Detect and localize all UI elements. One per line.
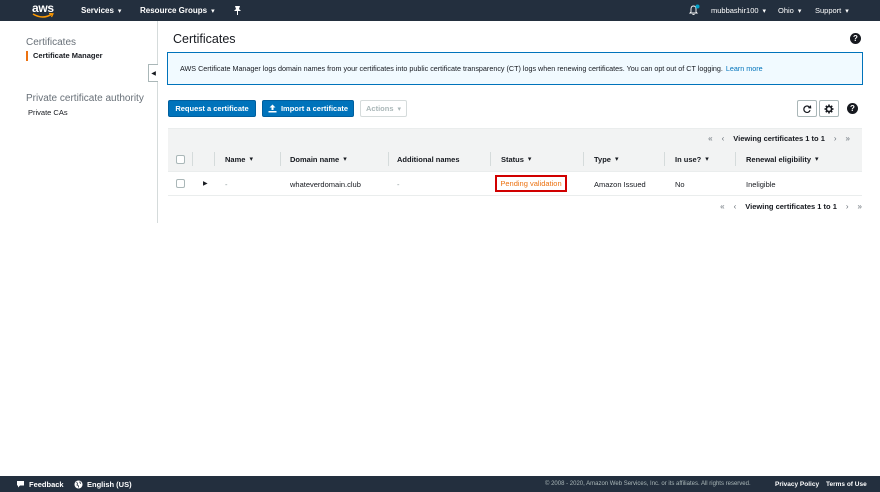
chevron-down-icon: ▾: [211, 7, 215, 15]
chevron-down-icon: ▾: [397, 105, 402, 113]
sort-down-icon: ▾: [249, 156, 253, 163]
gear-icon: [824, 104, 834, 113]
pagination-top: « ‹ Viewing certificates 1 to 1 › »: [708, 131, 850, 145]
cell-additional-names: -: [397, 179, 400, 189]
region-name: Ohio: [778, 6, 794, 15]
import-certificate-button[interactable]: Import a certificate: [262, 100, 354, 117]
ct-logging-info-banner: AWS Certificate Manager logs domain name…: [167, 52, 863, 85]
column-header-status[interactable]: Status ▾: [501, 146, 531, 172]
sidebar-item-certificate-manager[interactable]: Certificate Manager: [26, 51, 103, 61]
table-help-icon[interactable]: ?: [847, 103, 858, 114]
account-menu[interactable]: mubbashir100 ▾: [711, 0, 766, 21]
top-navigation-bar: aws Services ▾ Resource Groups ▾ mubbash…: [0, 0, 880, 21]
copyright-text: © 2008 - 2020, Amazon Web Services, Inc.…: [545, 481, 751, 487]
column-header-renewal-eligibility[interactable]: Renewal eligibility ▾: [746, 146, 819, 172]
services-menu[interactable]: Services ▾: [81, 0, 121, 21]
sort-down-icon: ▾: [343, 156, 347, 163]
account-name: mubbashir100: [711, 6, 759, 15]
last-page-icon[interactable]: »: [858, 202, 862, 211]
globe-icon: [74, 480, 83, 488]
info-banner-text: AWS Certificate Manager logs domain name…: [180, 64, 723, 73]
sort-down-icon: ▾: [705, 156, 709, 163]
expand-row-icon[interactable]: ▶: [203, 180, 208, 187]
next-page-icon[interactable]: ›: [846, 202, 849, 211]
footer-bar: Feedback English (US) © 2008 - 2020, Ama…: [0, 476, 880, 492]
chevron-down-icon: ▾: [762, 7, 767, 15]
speech-bubble-icon: [17, 481, 24, 488]
upload-icon: [268, 104, 277, 113]
settings-button[interactable]: [819, 100, 839, 117]
prev-page-icon[interactable]: ‹: [722, 134, 725, 143]
row-select-checkbox[interactable]: [176, 179, 185, 188]
actions-label: Actions: [365, 104, 394, 113]
table-header-row: Name ▾ Domain name ▾ Additional names Stat…: [168, 146, 862, 172]
cell-renewal-eligibility: Ineligible: [746, 179, 776, 189]
support-label: Support: [815, 6, 842, 15]
page-title: Certificates: [173, 32, 236, 46]
language-selector[interactable]: English (US): [74, 476, 132, 492]
language-label: English (US): [87, 479, 132, 489]
refresh-icon: [803, 105, 812, 113]
privacy-policy-link[interactable]: Privacy Policy: [775, 476, 819, 492]
resource-groups-menu[interactable]: Resource Groups ▾: [140, 0, 215, 21]
bell-icon[interactable]: [688, 4, 700, 16]
cell-name: -: [225, 179, 228, 189]
chevron-left-icon: ◀: [151, 70, 156, 77]
chevron-down-icon: ▾: [845, 7, 849, 15]
column-header-domain-name[interactable]: Domain name ▾: [290, 146, 347, 172]
pagination-text: Viewing certificates 1 to 1: [733, 133, 825, 143]
status-badge: Pending validation: [495, 175, 567, 192]
feedback-button[interactable]: Feedback: [16, 476, 64, 492]
services-label: Services: [81, 6, 114, 15]
chevron-down-icon: ▾: [797, 7, 802, 15]
column-header-in-use[interactable]: In use? ▾: [675, 146, 709, 172]
cell-in-use: No: [675, 179, 685, 189]
refresh-button[interactable]: [797, 100, 817, 117]
table-row[interactable]: ▶ - whateverdomain.club - Pending valida…: [168, 172, 862, 196]
actions-dropdown[interactable]: Actions ▾: [360, 100, 407, 117]
terms-of-use-link[interactable]: Terms of Use: [826, 476, 867, 492]
prev-page-icon[interactable]: ‹: [734, 202, 737, 211]
first-page-icon[interactable]: «: [708, 134, 712, 143]
sidebar: Certificates Certificate Manager Private…: [0, 21, 158, 223]
sidebar-section-private-ca[interactable]: Private certificate authority: [26, 93, 144, 104]
sidebar-collapse-button[interactable]: ◀: [148, 64, 158, 82]
request-certificate-button[interactable]: Request a certificate: [168, 100, 256, 117]
help-icon[interactable]: ?: [850, 33, 861, 44]
aws-logo[interactable]: aws: [32, 1, 54, 19]
column-header-name[interactable]: Name ▾: [225, 146, 253, 172]
pagination-bottom: « ‹ Viewing certificates 1 to 1 › »: [720, 199, 862, 213]
feedback-label: Feedback: [29, 479, 64, 489]
sort-down-icon: ▾: [614, 156, 619, 163]
region-menu[interactable]: Ohio ▾: [778, 0, 801, 21]
import-certificate-label: Import a certificate: [280, 104, 349, 113]
resource-groups-label: Resource Groups: [140, 6, 208, 15]
chevron-down-icon: ▾: [117, 7, 122, 15]
select-all-checkbox[interactable]: [176, 155, 185, 164]
cell-type: Amazon Issued: [594, 179, 646, 189]
first-page-icon[interactable]: «: [720, 202, 724, 211]
aws-smile-icon: [32, 13, 54, 18]
sidebar-item-private-cas[interactable]: Private CAs: [28, 108, 68, 117]
cell-domain-name: whateverdomain.club: [290, 179, 361, 189]
pagination-text: Viewing certificates 1 to 1: [745, 201, 837, 211]
sidebar-section-certificates[interactable]: Certificates: [26, 37, 76, 48]
support-menu[interactable]: Support ▾: [815, 0, 849, 21]
last-page-icon[interactable]: »: [846, 134, 850, 143]
sort-down-icon: ▾: [527, 156, 532, 163]
learn-more-link[interactable]: Learn more: [726, 64, 763, 73]
column-header-additional-names[interactable]: Additional names: [397, 146, 460, 172]
sort-down-icon: ▾: [815, 156, 819, 163]
column-header-type[interactable]: Type ▾: [594, 146, 618, 172]
table-pagination-band: « ‹ Viewing certificates 1 to 1 › »: [168, 128, 862, 146]
pin-icon[interactable]: [233, 5, 242, 16]
next-page-icon[interactable]: ›: [834, 134, 837, 143]
